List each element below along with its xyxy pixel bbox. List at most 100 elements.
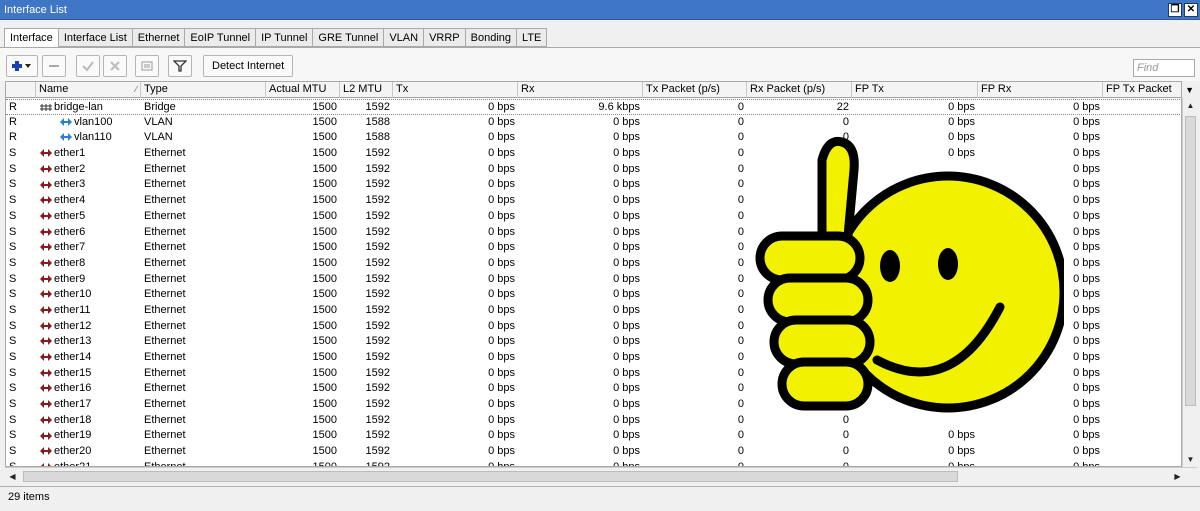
col-l2-mtu[interactable]: L2 MTU <box>340 82 393 98</box>
comment-button[interactable] <box>135 55 159 77</box>
cell-tx: 0 bps <box>488 366 515 379</box>
col-actual-mtu[interactable]: Actual MTU <box>266 82 340 98</box>
table-row[interactable]: Sether14 Ethernet 1500 1592 0 bps 0 bps 0 0 bps <box>6 350 1181 366</box>
cell-rx: 0 bps <box>613 351 640 363</box>
col-tx-packet[interactable]: Tx Packet (p/s) <box>643 82 747 98</box>
vlan-icon <box>60 133 72 142</box>
tab-interface[interactable]: Interface <box>4 28 59 48</box>
cell-tx: 0 bps <box>488 209 515 222</box>
cell-name: ether3 <box>36 177 141 193</box>
remove-button[interactable] <box>42 55 66 77</box>
close-icon[interactable]: ✕ <box>1184 3 1198 17</box>
col-name[interactable]: Name ∕ <box>36 82 141 98</box>
restore-icon[interactable]: ❐ <box>1168 3 1182 17</box>
table-row[interactable]: Sether6 Ethernet 1500 1592 0 bps 0 bps 0 0 bps <box>6 225 1181 241</box>
interface-name: ether5 <box>54 209 86 222</box>
horizontal-scrollbar[interactable]: ◀ ▶ <box>5 467 1197 484</box>
cell-tx: 0 bps <box>488 460 515 467</box>
table-row[interactable]: Sether10 Ethernet 1500 1592 0 bps 0 bps 0 0 bps <box>6 287 1181 303</box>
col-rx[interactable]: Rx <box>518 82 643 98</box>
bridge-icon <box>40 103 52 111</box>
tab-bonding[interactable]: Bonding <box>465 28 518 47</box>
table-row[interactable]: Sether3 Ethernet 1500 1592 0 bps 0 bps 0 0 bps <box>6 177 1181 193</box>
cell-type: Ethernet <box>144 178 186 191</box>
table-row[interactable]: Sether4 Ethernet 1500 1592 0 bps 0 bps 0 0 bps <box>6 193 1181 209</box>
scroll-down-icon[interactable]: ▼ <box>1183 452 1198 467</box>
cell-fprx: 0 bps <box>1073 445 1100 458</box>
cell-tx: 0 bps <box>488 272 515 285</box>
table-row[interactable]: Sether13 Ethernet 1500 1592 0 bps 0 bps 0 0 bps <box>6 334 1181 350</box>
disable-button[interactable] <box>103 55 127 77</box>
col-type[interactable]: Type <box>141 82 266 98</box>
find-input[interactable] <box>1133 59 1195 77</box>
col-tx[interactable]: Tx <box>393 82 518 98</box>
column-menu-arrow[interactable]: ▼ <box>1185 85 1194 95</box>
cell-l2mtu: 1592 <box>365 194 390 207</box>
cell-mtu: 1500 <box>312 101 337 113</box>
table-row[interactable]: Sether5 Ethernet 1500 1592 0 bps 0 bps 0 0 bps <box>6 209 1181 225</box>
vertical-scroll-thumb[interactable] <box>1185 116 1196 406</box>
horizontal-scroll-thumb[interactable] <box>23 471 958 482</box>
table-row[interactable]: Sether18 Ethernet 1500 1592 0 bps 0 bps 0 0 0 bp… <box>6 413 1181 429</box>
interface-name: ether20 <box>54 445 92 458</box>
col-fp-rx[interactable]: FP Rx <box>978 82 1103 98</box>
table-row[interactable]: Rvlan100 VLAN 1500 1588 0 bps 0 bps 0 0 0 bps 0 b… <box>6 115 1181 131</box>
cell-flag: S <box>9 366 17 379</box>
vertical-scrollbar[interactable]: ▲ ▼ <box>1182 98 1197 467</box>
detect-internet-button[interactable]: Detect Internet <box>203 55 294 77</box>
tab-vrrp[interactable]: VRRP <box>424 28 466 47</box>
window-titlebar: Interface List ❐ ✕ <box>0 0 1200 20</box>
check-icon <box>82 61 94 72</box>
cell-fprx: 0 bps <box>1073 382 1100 395</box>
table-row[interactable]: Sether16 Ethernet 1500 1592 0 bps 0 bps 0 0 bps <box>6 381 1181 397</box>
table-row[interactable]: Sether7 Ethernet 1500 1592 0 bps 0 bps 0 0 bps <box>6 240 1181 256</box>
table-row[interactable]: Sether2 Ethernet 1500 1592 0 bps 0 bps 0 0 bps <box>6 162 1181 178</box>
table-row[interactable]: Sether21 Ethernet 1500 1592 0 bps 0 bps 0 0 0 bp… <box>6 460 1181 467</box>
toolbar: Detect Internet <box>0 47 1200 81</box>
table-row[interactable]: Rbridge-lan Bridge 1500 1592 0 bps 9.6 kbps 0 2… <box>6 99 1181 115</box>
tab-lte[interactable]: LTE <box>517 28 548 47</box>
tab-interface-list[interactable]: Interface List <box>58 28 133 47</box>
tab-ip-tunnel[interactable]: IP Tunnel <box>256 28 314 47</box>
col-fp-tx-packet[interactable]: FP Tx Packet <box>1103 82 1181 98</box>
add-button[interactable] <box>6 55 38 77</box>
cell-rxp <box>747 319 852 335</box>
cell-tx: 0 bps <box>488 256 515 269</box>
cell-fprx: 0 bps <box>1073 366 1100 379</box>
tab-eoip-tunnel[interactable]: EoIP Tunnel <box>185 28 257 47</box>
col-fp-tx[interactable]: FP Tx <box>852 82 978 98</box>
table-row[interactable]: Sether12 Ethernet 1500 1592 0 bps 0 bps 0 0 bps <box>6 319 1181 335</box>
table-row[interactable]: Sether9 Ethernet 1500 1592 0 bps 0 bps 0 0 bps <box>6 272 1181 288</box>
scroll-up-icon[interactable]: ▲ <box>1183 98 1198 113</box>
table-row[interactable]: Sether15 Ethernet 1500 1592 0 bps 0 bps 0 0 bps <box>6 366 1181 382</box>
table-row[interactable]: Sether19 Ethernet 1500 1592 0 bps 0 bps 0 0 0 bp… <box>6 428 1181 444</box>
scroll-right-icon[interactable]: ▶ <box>1170 469 1185 484</box>
table-row[interactable]: Sether1 Ethernet 1500 1592 0 bps 0 bps 0 0 bps 0… <box>6 146 1181 162</box>
table-row[interactable]: Sether20 Ethernet 1500 1592 0 bps 0 bps 0 0 0 bp… <box>6 444 1181 460</box>
cell-fp-tx-packet <box>1103 177 1181 193</box>
enable-button[interactable] <box>76 55 100 77</box>
cell-type: Ethernet <box>144 194 186 207</box>
cell-l2mtu: 1592 <box>365 209 390 222</box>
cell-flag: R <box>9 101 17 113</box>
table-row[interactable]: Rvlan110 VLAN 1500 1588 0 bps 0 bps 0 0 0 bps 0 b… <box>6 130 1181 146</box>
cell-fprx: 0 bps <box>1073 351 1100 363</box>
cell-fprx: 0 bps <box>1073 225 1100 238</box>
tab-ethernet[interactable]: Ethernet <box>132 28 186 47</box>
cell-type: Ethernet <box>144 319 186 332</box>
cell-fptx <box>852 413 978 429</box>
cell-type: Ethernet <box>144 429 186 442</box>
tab-vlan[interactable]: VLAN <box>384 28 425 47</box>
col-flags[interactable] <box>6 82 36 98</box>
interface-name: ether8 <box>54 256 86 269</box>
ethernet-icon <box>40 306 52 315</box>
table-row[interactable]: Sether17 Ethernet 1500 1592 0 bps 0 bps 0 0 bps <box>6 397 1181 413</box>
interface-name: ether7 <box>54 241 86 254</box>
col-rx-packet[interactable]: Rx Packet (p/s) <box>747 82 852 98</box>
tab-gre-tunnel[interactable]: GRE Tunnel <box>313 28 385 47</box>
filter-button[interactable] <box>168 55 192 77</box>
table-row[interactable]: Sether8 Ethernet 1500 1592 0 bps 0 bps 0 0 bps <box>6 256 1181 272</box>
table-row[interactable]: Sether11 Ethernet 1500 1592 0 bps 0 bps 0 0 bps <box>6 303 1181 319</box>
scroll-left-icon[interactable]: ◀ <box>5 469 20 484</box>
cell-name: ether12 <box>36 319 141 335</box>
